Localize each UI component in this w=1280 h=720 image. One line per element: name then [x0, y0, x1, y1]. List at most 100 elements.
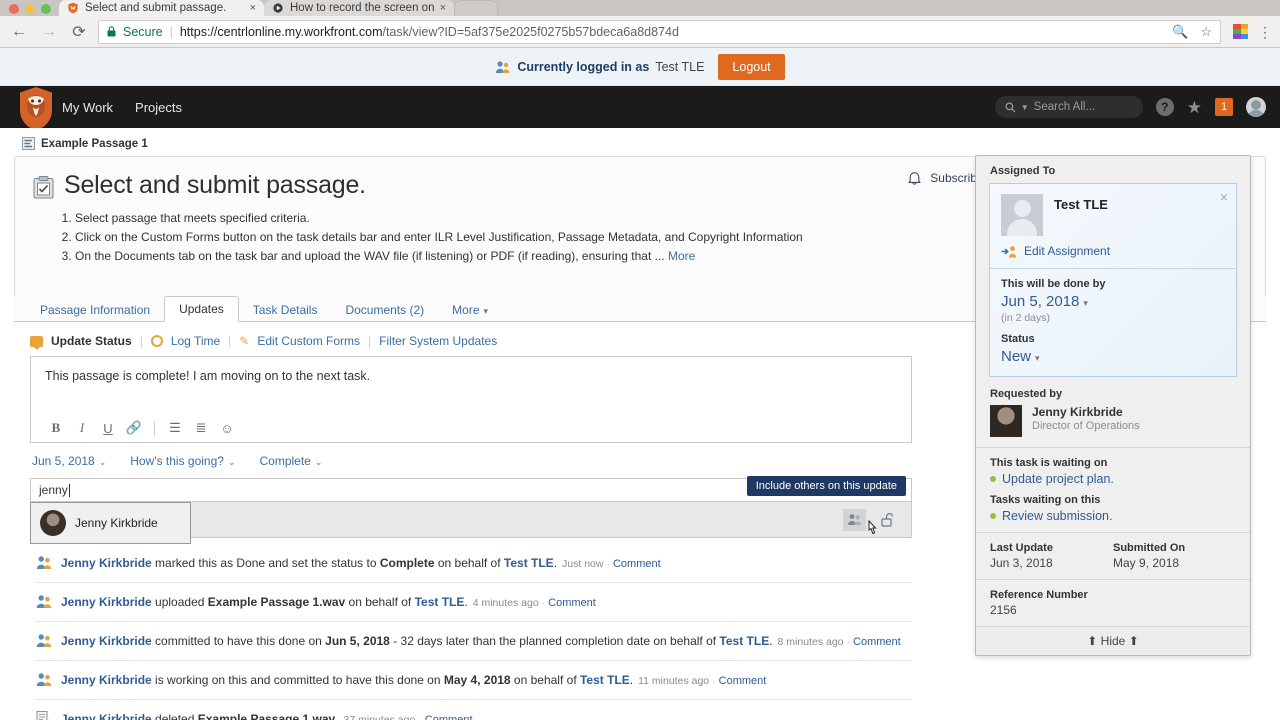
requested-by-label: Requested by [990, 388, 1063, 400]
window-traffic-lights[interactable] [0, 4, 59, 16]
feed-user-link[interactable]: Jenny Kirkbride [61, 595, 152, 609]
breadcrumb[interactable]: Example Passage 1 [0, 128, 1280, 156]
browser-menu-icon[interactable]: ⋮ [1258, 25, 1272, 39]
tab-more[interactable]: More ▾ [438, 298, 502, 322]
include-others-icon[interactable] [843, 508, 866, 531]
status-value[interactable]: New ▾ [1001, 348, 1225, 365]
reload-button[interactable]: ⟳ [68, 21, 90, 43]
new-tab-button[interactable] [454, 0, 498, 16]
submitted-on-block: Submitted On May 9, 2018 [1113, 542, 1236, 570]
back-button[interactable]: ← [8, 21, 30, 43]
feed-plain-text: uploaded [151, 595, 208, 609]
feed-user-link[interactable]: Test TLE [504, 556, 554, 570]
close-tab-icon[interactable]: × [250, 2, 256, 14]
bullet-list-icon[interactable]: ☰ [162, 420, 188, 436]
mention-suggestion-list[interactable]: Jenny Kirkbride [30, 502, 191, 544]
unlock-icon[interactable] [876, 509, 899, 531]
feed-emphasis: Jun 5, 2018 [325, 634, 390, 648]
feed-comment-link[interactable]: Comment [548, 597, 596, 609]
favorites-star-icon[interactable]: ★ [1187, 99, 1202, 116]
waiting-on-task-link[interactable]: Update project plan. [1002, 472, 1114, 486]
feed-plain-text: . [335, 712, 339, 720]
status-dropdown[interactable]: Complete ⌄ [260, 454, 323, 468]
bell-icon[interactable] [908, 171, 922, 185]
emoji-icon[interactable]: ☺ [214, 421, 240, 436]
tab-task-details[interactable]: Task Details [239, 298, 332, 322]
browser-tab-inactive[interactable]: How to record the screen on y × [264, 0, 454, 16]
chevron-down-icon: ⌄ [98, 457, 107, 467]
update-status-button[interactable]: Update Status [51, 334, 132, 348]
message-editor[interactable]: This passage is complete! I am moving on… [30, 356, 912, 443]
feed-comment-link[interactable]: Comment [853, 636, 901, 648]
user-update-icon [36, 673, 52, 686]
global-search-input[interactable]: ▼ Search All... [994, 96, 1143, 118]
waiting-this-task-link[interactable]: Review submission. [1002, 509, 1112, 523]
nav-item-projects[interactable]: Projects [135, 100, 182, 115]
browser-tab-active[interactable]: Select and submit passage. × [59, 0, 264, 16]
commit-date-dropdown[interactable]: Jun 5, 2018 ⌄ [32, 454, 106, 468]
url-text: https://centrlonline.my.workfront.com/ta… [180, 25, 679, 39]
feed-plain-text: committed to have this done on [151, 634, 326, 648]
minimize-window-button[interactable] [25, 4, 35, 14]
feed-comment-link[interactable]: Comment [613, 558, 661, 570]
requester-name[interactable]: Jenny Kirkbride [1032, 405, 1140, 419]
search-icon[interactable]: 🔍 [1172, 24, 1188, 40]
chevron-down-icon[interactable]: ▼ [1021, 103, 1029, 112]
link-icon[interactable]: 🔗 [121, 420, 147, 436]
feed-plain-text: . [553, 556, 558, 570]
workfront-navbar: My Work Projects ▼ Search All... ? ★ 1 [0, 86, 1280, 131]
done-by-date[interactable]: Jun 5, 2018 ▾ [1001, 293, 1225, 310]
close-icon[interactable]: × [1220, 189, 1228, 205]
extension-icon[interactable] [1233, 24, 1248, 39]
hide-label: Hide [1100, 634, 1126, 648]
requester-title: Director of Operations [1032, 420, 1140, 432]
feed-user-link[interactable]: Test TLE [415, 595, 465, 609]
message-text[interactable]: This passage is complete! I am moving on… [31, 357, 911, 395]
underline-icon[interactable]: U [95, 421, 121, 436]
maximize-window-button[interactable] [41, 4, 51, 14]
user-update-icon [36, 595, 52, 608]
numbered-list-icon[interactable]: ≣ [188, 420, 214, 436]
feed-user-link[interactable]: Jenny Kirkbride [61, 712, 152, 720]
tab-passage-information[interactable]: Passage Information [26, 298, 164, 322]
arrow-up-icon: ⬆ [1087, 634, 1098, 648]
log-time-button[interactable]: Log Time [171, 334, 220, 348]
filter-system-updates-button[interactable]: Filter System Updates [379, 334, 497, 348]
user-avatar[interactable] [1246, 97, 1266, 117]
tab-updates[interactable]: Updates [164, 296, 239, 322]
more-link[interactable]: More [668, 249, 695, 263]
help-icon[interactable]: ? [1155, 98, 1174, 116]
feed-item: Jenny Kirkbride uploaded Example Passage… [36, 583, 912, 622]
last-update-block: Last Update Jun 3, 2018 [990, 542, 1113, 570]
logout-button[interactable]: Logout [718, 53, 785, 80]
edit-custom-forms-button[interactable]: Edit Custom Forms [257, 334, 360, 348]
feed-user-link[interactable]: Jenny Kirkbride [61, 634, 152, 648]
address-bar[interactable]: Secure | https://centrlonline.my.workfro… [98, 19, 1221, 44]
italic-icon[interactable]: I [69, 420, 95, 436]
divider: | [368, 334, 372, 348]
notification-badge[interactable]: 1 [1215, 98, 1233, 116]
feed-user-link[interactable]: Test TLE [719, 634, 769, 648]
assigned-to-label: Assigned To [990, 165, 1056, 177]
feed-comment-link[interactable]: Comment [719, 675, 767, 687]
tab-documents[interactable]: Documents (2) [331, 298, 438, 322]
feed-user-link[interactable]: Jenny Kirkbride [61, 673, 152, 687]
workfront-logo-icon[interactable] [18, 86, 54, 132]
hide-panel-button[interactable]: ⬆ Hide ⬆ [976, 626, 1250, 655]
feed-user-link[interactable]: Jenny Kirkbride [61, 556, 152, 570]
bookmark-star-icon[interactable]: ☆ [1200, 24, 1212, 40]
close-tab-icon[interactable]: × [440, 2, 446, 14]
task-step-text: On the Documents tab on the task bar and… [75, 249, 665, 263]
assign-user-icon [1001, 245, 1017, 257]
edit-assignment-button[interactable]: Edit Assignment [1001, 244, 1225, 258]
feed-comment-link[interactable]: Comment [425, 714, 473, 720]
feed-user-link[interactable]: Test TLE [580, 673, 630, 687]
mention-suggestion-item[interactable]: Jenny Kirkbride [75, 516, 158, 530]
close-window-button[interactable] [9, 4, 19, 14]
forward-button[interactable]: → [38, 21, 60, 43]
bold-icon[interactable]: B [43, 420, 69, 436]
browser-chrome: Select and submit passage. × How to reco… [0, 0, 1280, 48]
progress-dropdown[interactable]: How's this going? ⌄ [130, 454, 235, 468]
nav-item-my-work[interactable]: My Work [62, 100, 113, 115]
logged-in-text: Currently logged in as Test TLE [495, 60, 704, 74]
